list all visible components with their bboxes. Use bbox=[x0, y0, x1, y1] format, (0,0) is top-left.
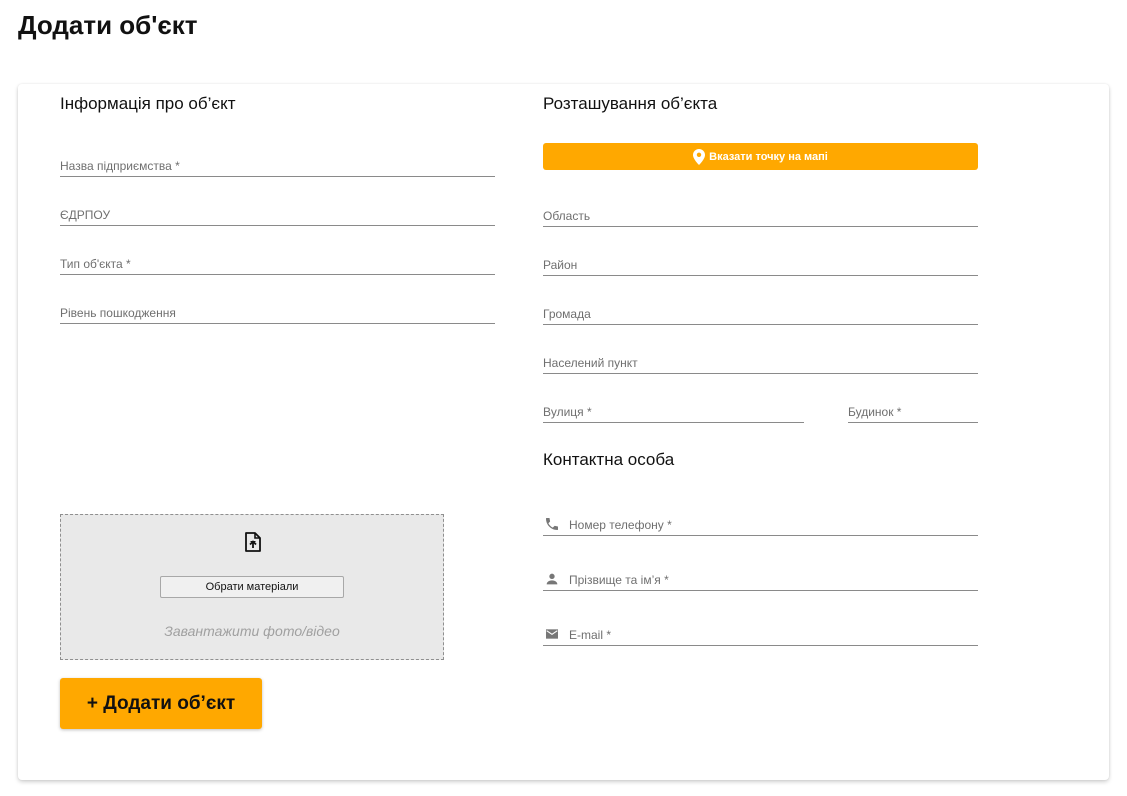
map-pin-icon bbox=[693, 148, 706, 165]
settlement-select[interactable] bbox=[543, 356, 978, 370]
object-info-title: Інформація про об’єкт bbox=[60, 94, 236, 113]
edrpou-input[interactable] bbox=[60, 208, 495, 222]
email-input[interactable] bbox=[569, 628, 978, 642]
street-field bbox=[543, 401, 804, 423]
upload-hint: Завантажити фото/відео bbox=[164, 623, 340, 639]
building-input[interactable] bbox=[848, 405, 978, 419]
upload-dropzone[interactable]: Обрати матеріали Завантажити фото/відео bbox=[60, 514, 444, 660]
set-map-point-button[interactable]: Вказати точку на мапі bbox=[543, 143, 978, 170]
community-field bbox=[543, 303, 978, 325]
phone-icon bbox=[546, 518, 558, 530]
district-select[interactable] bbox=[543, 258, 978, 272]
full-name-input[interactable] bbox=[569, 573, 978, 587]
person-icon bbox=[546, 573, 558, 585]
add-object-form-card: Інформація про об’єкт Обрати матеріали З… bbox=[18, 84, 1109, 780]
file-upload-icon bbox=[245, 532, 261, 552]
phone-input[interactable] bbox=[569, 518, 978, 532]
add-object-button[interactable]: + Додати об’єкт bbox=[60, 678, 262, 729]
region-select[interactable] bbox=[543, 209, 978, 223]
contact-title: Контактна особа bbox=[543, 450, 675, 469]
region-field bbox=[543, 205, 978, 227]
location-title: Розташування об’єкта bbox=[543, 94, 718, 113]
edrpou-field bbox=[60, 204, 495, 226]
company-name-input[interactable] bbox=[60, 159, 495, 173]
street-input[interactable] bbox=[543, 405, 804, 419]
damage-level-select[interactable] bbox=[60, 306, 495, 320]
object-type-field bbox=[60, 253, 495, 275]
community-select[interactable] bbox=[543, 307, 978, 321]
email-field bbox=[543, 624, 978, 646]
company-name-field bbox=[60, 155, 495, 177]
settlement-field bbox=[543, 352, 978, 374]
phone-field bbox=[543, 514, 978, 536]
set-map-point-label: Вказати точку на мапі bbox=[709, 150, 828, 163]
choose-materials-button[interactable]: Обрати матеріали bbox=[160, 576, 344, 598]
district-field bbox=[543, 254, 978, 276]
email-icon bbox=[546, 629, 558, 639]
object-type-select[interactable] bbox=[60, 257, 495, 271]
page-title: Додати об'єкт bbox=[18, 10, 198, 40]
building-field bbox=[848, 401, 978, 423]
full-name-field bbox=[543, 569, 978, 591]
damage-level-field bbox=[60, 302, 495, 324]
